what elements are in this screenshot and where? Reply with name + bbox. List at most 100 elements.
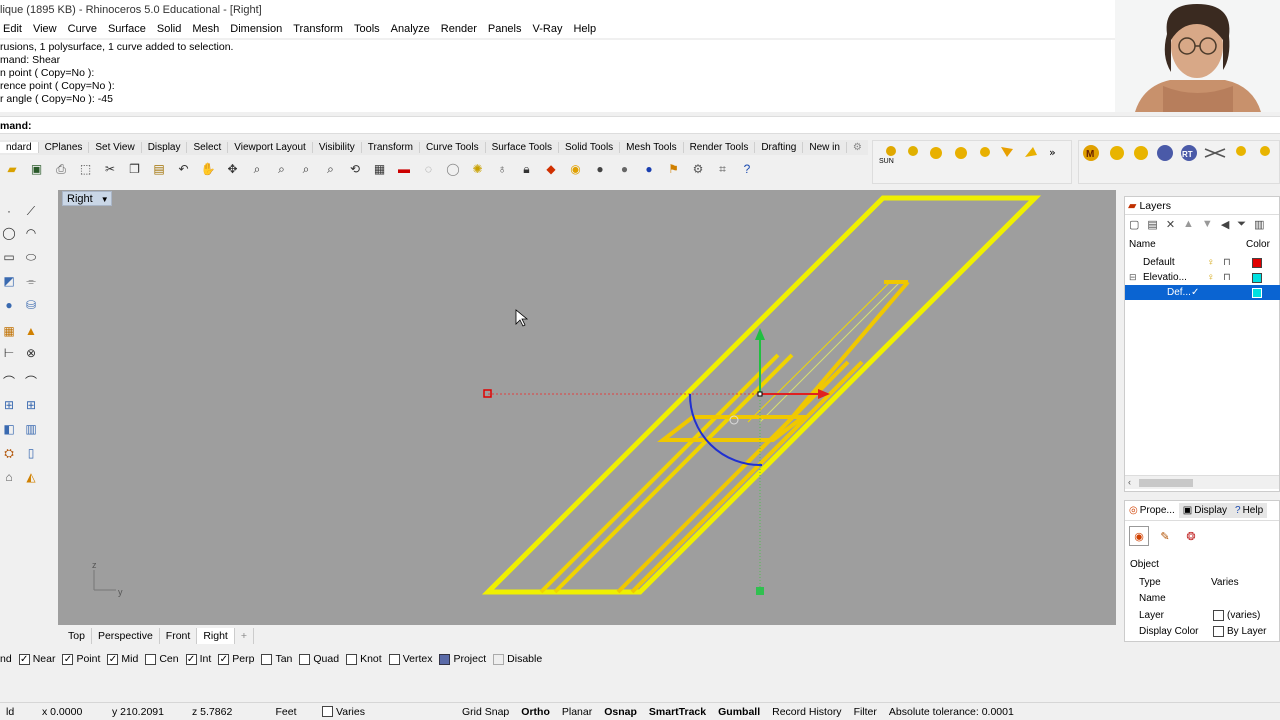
arc-tool-icon[interactable]: ◠ — [22, 224, 40, 242]
sun-icon[interactable]: SUN — [879, 146, 896, 165]
move-left-icon[interactable]: ◀ — [1221, 218, 1229, 231]
viewport-right[interactable]: z y — [58, 190, 1116, 625]
osnap-perp[interactable]: Perp — [218, 653, 254, 665]
print-icon[interactable]: ⎙ — [51, 159, 71, 179]
loft-tool-icon[interactable]: ⌯ — [22, 272, 40, 290]
zoom-selected-icon[interactable]: ⌕ — [321, 159, 341, 179]
osnap-knot[interactable]: Knot — [346, 653, 382, 665]
osnap-int[interactable]: Int — [185, 653, 211, 665]
tab-surface-tools[interactable]: Surface Tools — [486, 142, 559, 153]
tab-drafting[interactable]: Drafting — [755, 142, 804, 153]
car-icon[interactable]: ▬ — [394, 159, 414, 179]
object-properties-icon[interactable]: ◉ — [1129, 526, 1149, 546]
layer-color-swatch[interactable] — [1252, 273, 1262, 283]
rotate-view-icon[interactable]: ⟲ — [345, 159, 365, 179]
tab-front[interactable]: Front — [160, 628, 198, 644]
osnap-point[interactable]: Point — [62, 653, 100, 665]
lock-icon[interactable]: ⊓ — [1223, 255, 1231, 270]
fillet-tool-icon[interactable]: ⌒ — [0, 372, 18, 390]
dimension-tool-icon[interactable]: ⊢ — [0, 344, 18, 362]
tab-cplanes[interactable]: CPlanes — [39, 142, 90, 153]
sphere-icon[interactable]: ● — [590, 159, 610, 179]
tab-solid-tools[interactable]: Solid Tools — [559, 142, 621, 153]
vray-sun-icon[interactable] — [1236, 146, 1246, 156]
lock-icon[interactable]: ⊓ — [1223, 270, 1231, 285]
move-icon[interactable]: ✥ — [223, 159, 243, 179]
tab-render-tools[interactable]: Render Tools — [684, 142, 756, 153]
menu-view[interactable]: View — [30, 23, 57, 35]
light-tool-icon[interactable]: ◭ — [22, 468, 40, 486]
help-icon[interactable]: ? — [737, 159, 757, 179]
boolean-tool-icon[interactable]: ⊗ — [22, 344, 40, 362]
tab-viewport-layout[interactable]: Viewport Layout — [228, 142, 313, 153]
property-row[interactable]: Display Color By Layer — [1125, 624, 1280, 639]
chevron-down-icon[interactable]: ▼ — [101, 195, 109, 204]
render-properties-icon[interactable]: ❂ — [1181, 526, 1201, 546]
polyline-tool-icon[interactable]: ⟋ — [22, 202, 40, 220]
lock-icon[interactable]: 🔒︎ — [517, 159, 537, 179]
new-layer-icon[interactable]: ▢ — [1129, 218, 1139, 231]
vray-realtime-icon[interactable]: RT — [1181, 145, 1197, 161]
column-name[interactable]: Name — [1129, 239, 1156, 250]
delete-layer-icon[interactable]: ✕ — [1166, 218, 1175, 231]
copy-icon[interactable]: ❐ — [125, 159, 145, 179]
osnap-mid[interactable]: Mid — [107, 653, 138, 665]
options-icon[interactable]: ▥ — [1254, 218, 1264, 231]
ortho-toggle[interactable]: Ortho — [515, 706, 556, 718]
tab-transform[interactable]: Transform — [362, 142, 420, 153]
sphere-tool-icon[interactable]: ● — [0, 296, 18, 314]
settings-icon[interactable]: ⚙ — [688, 159, 708, 179]
vray-dome-icon[interactable] — [1260, 146, 1270, 156]
solid-tool-icon[interactable]: ◧ — [0, 420, 18, 438]
color-wheel-icon[interactable]: ◉ — [566, 159, 586, 179]
osnap-toggle[interactable]: Osnap — [598, 706, 643, 718]
lightbulb-icon[interactable]: ♀ — [1207, 270, 1215, 285]
chamfer-tool-icon[interactable]: ⌒ — [22, 372, 40, 390]
sphere-icon[interactable] — [980, 147, 990, 157]
bulb-icon[interactable]: ♁ — [492, 159, 512, 179]
filter-toggle[interactable]: Filter — [848, 706, 883, 718]
menu-surface[interactable]: Surface — [105, 23, 146, 35]
osnap-quad[interactable]: Quad — [299, 653, 339, 665]
zoom-icon[interactable]: ⌕ — [247, 159, 267, 179]
import-icon[interactable]: ⬚ — [76, 159, 96, 179]
menu-tools[interactable]: Tools — [351, 23, 380, 35]
render-icon[interactable]: ● — [615, 159, 635, 179]
tab-standard[interactable]: ndard — [0, 142, 39, 153]
light-icon[interactable] — [1025, 147, 1037, 157]
analyze-tool-icon[interactable]: ▲ — [22, 322, 40, 340]
menu-dimension[interactable]: Dimension — [227, 23, 282, 35]
array-tool-icon[interactable]: ⊞ — [0, 396, 18, 414]
record-history-toggle[interactable]: Record History — [766, 706, 847, 718]
osnap-tan[interactable]: Tan — [261, 653, 292, 665]
vray-material-icon[interactable]: M — [1083, 145, 1099, 161]
cut-icon[interactable]: ✂ — [100, 159, 120, 179]
pan-icon[interactable]: ✋ — [198, 159, 218, 179]
tab-curve-tools[interactable]: Curve Tools — [420, 142, 486, 153]
layer-row-selected[interactable]: Def... ✓ — [1125, 285, 1280, 300]
filter-icon[interactable]: ⏷ — [1237, 218, 1246, 231]
flag-icon[interactable]: ⚑ — [664, 159, 684, 179]
tab-select[interactable]: Select — [187, 142, 229, 153]
new-sublayer-icon[interactable]: ▤ — [1147, 218, 1157, 231]
gumball-y-arrow[interactable] — [755, 328, 765, 340]
collapse-icon[interactable]: ⊟ — [1129, 270, 1137, 285]
vray-options-icon[interactable] — [1134, 146, 1148, 160]
osnap-near[interactable]: Near — [18, 653, 55, 665]
tab-perspective[interactable]: Perspective — [92, 628, 160, 644]
tab-display[interactable]: Display — [142, 142, 188, 153]
select-icon[interactable]: ◌ — [419, 159, 439, 179]
gear-icon[interactable]: ⚙ — [847, 142, 868, 153]
tab-new-in[interactable]: New in — [803, 142, 847, 153]
menu-render[interactable]: Render — [438, 23, 477, 35]
tab-top[interactable]: Top — [62, 628, 92, 644]
smarttrack-toggle[interactable]: SmartTrack — [643, 706, 712, 718]
menu-panels[interactable]: Panels — [485, 23, 522, 35]
osnap-disable[interactable]: Disable — [493, 653, 542, 665]
rectangle-tool-icon[interactable]: ▭ — [0, 248, 18, 266]
layer-row[interactable]: ⊟ Elevatio... ♀ ⊓ — [1125, 270, 1280, 285]
tab-set-view[interactable]: Set View — [89, 142, 142, 153]
gumball-center[interactable] — [757, 391, 763, 397]
extrude-tool-icon[interactable]: ▥ — [22, 420, 40, 438]
move-down-icon[interactable]: ▼ — [1202, 218, 1213, 230]
